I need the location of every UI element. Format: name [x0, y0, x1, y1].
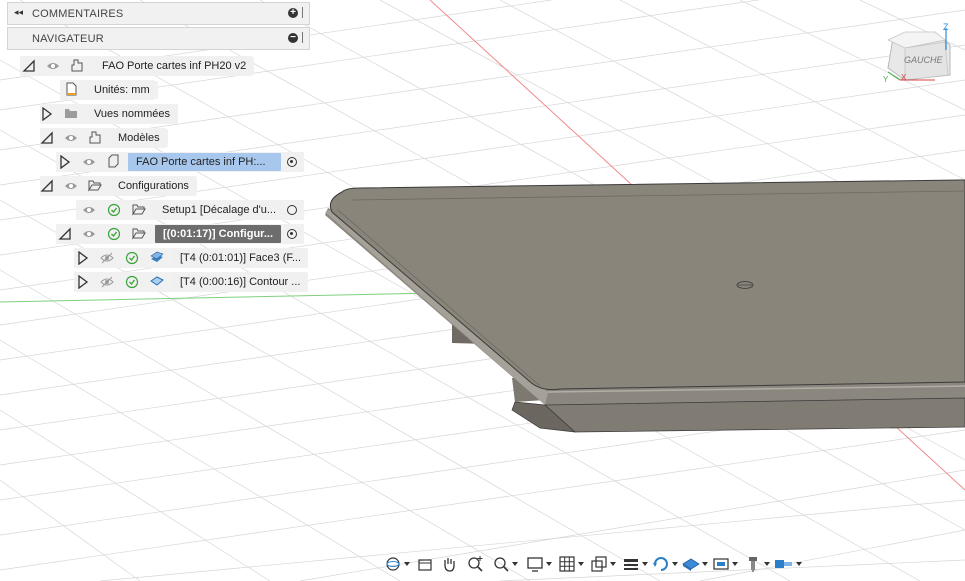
section-button[interactable]	[622, 552, 648, 576]
tree-label-named-views[interactable]: Vues nommées	[86, 105, 179, 123]
zoom-button[interactable]	[466, 552, 484, 576]
navigator-panel-header[interactable]: NAVIGATEUR −	[7, 27, 310, 50]
simulation-button[interactable]	[652, 552, 678, 576]
section-icon	[624, 559, 638, 570]
tree-label-units[interactable]: Unités: mm	[86, 81, 158, 99]
orbit-button[interactable]	[384, 552, 410, 576]
fit-button[interactable]	[492, 552, 518, 576]
eye-icon[interactable]	[82, 227, 96, 241]
viewcube[interactable]	[887, 28, 951, 81]
grid-icon	[559, 556, 575, 572]
collapse-panel-icon[interactable]: −	[288, 32, 298, 43]
setup-folder-icon	[88, 180, 102, 192]
view-button[interactable]	[416, 552, 434, 576]
viewcube-face-label: GAUCHE	[904, 55, 944, 65]
display-settings-icon	[527, 557, 543, 572]
viewcube-y-label: Y	[883, 75, 889, 84]
check-circle-icon	[107, 227, 121, 241]
activate-radio[interactable]	[287, 205, 297, 215]
toolpath-display-icon	[749, 557, 757, 572]
viewports-icon	[591, 556, 607, 572]
tree-label-op2[interactable]: [T4 (0:00:16)] Contour ...	[172, 273, 306, 291]
component-icon	[71, 59, 83, 72]
view-icon	[418, 559, 432, 571]
setup-icon	[132, 228, 146, 240]
collapse-triangle-icon[interactable]	[22, 59, 36, 73]
zoom-icon	[468, 556, 483, 572]
stock-icon	[682, 558, 700, 571]
eye-icon[interactable]	[82, 203, 96, 217]
pan-icon	[444, 558, 455, 572]
expand-triangle-icon[interactable]	[58, 155, 72, 169]
expand-triangle-icon[interactable]	[76, 251, 90, 265]
pan-button[interactable]	[440, 552, 458, 576]
body-icon	[108, 154, 119, 168]
machine-icon	[775, 560, 792, 568]
models-icon	[89, 131, 101, 144]
tree-label-setup2[interactable]: [(0:01:17)] Configur...	[155, 225, 281, 243]
activate-radio[interactable]	[287, 157, 297, 167]
setup-icon	[132, 204, 146, 216]
viewcube-x-label: X	[901, 73, 907, 82]
tree-label-setups[interactable]: Configurations	[110, 177, 197, 195]
tool-display-icon	[713, 558, 729, 570]
stock-button[interactable]	[682, 552, 708, 576]
tree-label-models[interactable]: Modèles	[110, 129, 168, 147]
check-circle-icon	[107, 203, 121, 217]
face-operation-icon	[150, 251, 164, 262]
comments-panel-title: COMMENTAIRES	[32, 8, 124, 20]
viewports-button[interactable]	[590, 552, 616, 576]
simulation-icon	[653, 557, 668, 571]
orbit-icon	[386, 557, 400, 571]
document-settings-icon	[66, 82, 77, 96]
tree-label-op1[interactable]: [T4 (0:01:01)] Face3 (F...	[172, 249, 306, 267]
viewcube-z-label: Z	[943, 22, 949, 32]
eye-icon[interactable]	[64, 179, 78, 193]
eye-hidden-icon[interactable]	[100, 251, 114, 265]
check-circle-icon	[125, 251, 139, 265]
toolpath-display-button[interactable]	[744, 552, 770, 576]
collapse-icon[interactable]: ◂◂	[14, 7, 23, 18]
eye-hidden-icon[interactable]	[100, 275, 114, 289]
part-model[interactable]	[325, 179, 965, 433]
navigator-panel-title: NAVIGATEUR	[32, 33, 104, 45]
panel-grip-icon[interactable]	[302, 7, 303, 18]
collapse-triangle-icon[interactable]	[58, 227, 72, 241]
panel-grip-icon[interactable]	[302, 32, 303, 43]
expand-triangle-icon[interactable]	[76, 275, 90, 289]
tree-label-root[interactable]: FAO Porte cartes inf PH20 v2	[94, 57, 255, 75]
contour-operation-icon	[150, 276, 164, 286]
check-circle-icon	[125, 275, 139, 289]
comments-panel-header[interactable]: ◂◂ COMMENTAIRES +	[7, 2, 310, 25]
expand-triangle-icon[interactable]	[40, 107, 54, 121]
eye-icon[interactable]	[46, 59, 60, 73]
collapse-triangle-icon[interactable]	[40, 179, 54, 193]
fit-icon	[494, 557, 509, 572]
tool-display-button[interactable]	[712, 552, 738, 576]
collapse-triangle-icon[interactable]	[40, 131, 54, 145]
display-settings-button[interactable]	[526, 552, 552, 576]
eye-icon[interactable]	[64, 131, 78, 145]
tree-label-setup1[interactable]: Setup1 [Décalage d'u...	[154, 201, 281, 219]
navigation-toolbar	[382, 552, 802, 576]
grid-button[interactable]	[558, 552, 584, 576]
add-comment-icon[interactable]: +	[288, 7, 298, 18]
machine-button[interactable]	[774, 552, 802, 576]
activate-radio[interactable]	[287, 229, 297, 239]
tree-label-model-item[interactable]: FAO Porte cartes inf PH:...	[128, 153, 281, 171]
folder-icon	[65, 109, 77, 118]
eye-icon[interactable]	[82, 155, 96, 169]
